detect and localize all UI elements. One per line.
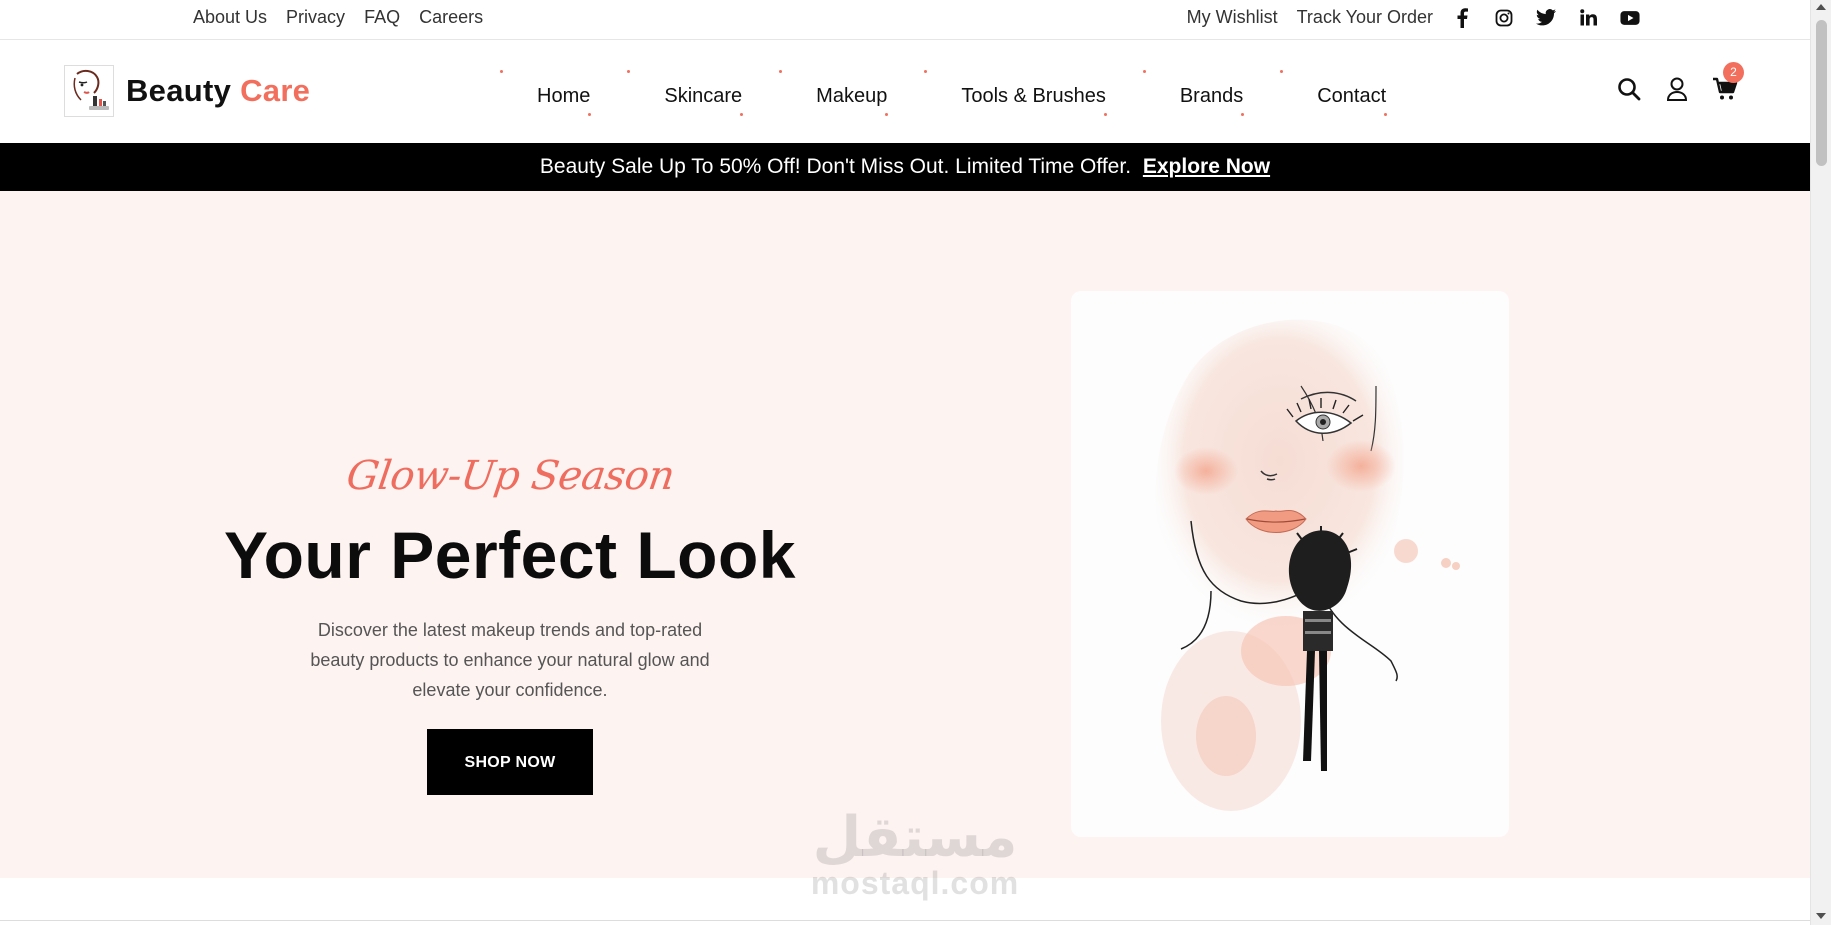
brand-name-part2: Care [240, 73, 311, 108]
faq-link[interactable]: FAQ [364, 7, 400, 28]
promo-text: Beauty Sale Up To 50% Off! Don't Miss Ou… [539, 155, 1132, 178]
watermark-arabic: مستقل [812, 805, 1018, 870]
nav-decor-dot [1142, 70, 1146, 73]
nav-makeup[interactable]: Makeup [779, 70, 924, 116]
twitter-icon[interactable] [1536, 8, 1556, 28]
top-right-links: My Wishlist Track Your Order [1187, 7, 1640, 28]
track-order-link[interactable]: Track Your Order [1297, 7, 1433, 28]
nav-decor-dot [779, 70, 783, 73]
main-nav: Home Skincare Makeup Tools & Brushes Bra… [500, 70, 1423, 116]
nav-contact[interactable]: Contact [1280, 70, 1423, 116]
nav-tools-brushes[interactable]: Tools & Brushes [924, 70, 1143, 116]
social-links [1452, 7, 1640, 28]
nav-decor-dot [1241, 113, 1245, 116]
main-header: Beauty Care Home Skincare Makeup Tools &… [0, 40, 1810, 143]
facebook-icon[interactable] [1452, 7, 1472, 28]
hero-title: Your Perfect Look [223, 518, 797, 592]
brand-name: Beauty Care [126, 73, 310, 109]
nav-decor-dot [627, 70, 631, 73]
mostaql-watermark: مستقل mostaql.com [800, 805, 1030, 901]
logo-face-icon [64, 65, 114, 117]
scroll-thumb[interactable] [1816, 20, 1827, 166]
search-icon[interactable] [1616, 76, 1642, 102]
cart-icon[interactable]: 2 [1712, 62, 1744, 102]
nav-brands-label: Brands [1179, 85, 1244, 107]
header-actions: 2 [1616, 62, 1744, 102]
nav-decor-dot [588, 113, 592, 116]
brand-logo[interactable]: Beauty Care [64, 65, 310, 117]
nav-skincare[interactable]: Skincare [627, 70, 779, 116]
nav-tools-brushes-label: Tools & Brushes [961, 85, 1106, 107]
nav-brands[interactable]: Brands [1142, 70, 1280, 116]
wishlist-link[interactable]: My Wishlist [1187, 7, 1278, 28]
nav-decor-dot [740, 113, 744, 116]
watermark-latin: mostaql.com [810, 865, 1020, 901]
user-icon[interactable] [1664, 76, 1690, 102]
nav-decor-dot [500, 70, 503, 73]
hero-description: Discover the latest makeup trends and to… [310, 620, 710, 700]
nav-decor-dot [1280, 70, 1284, 73]
hero-script-title: Glow-Up Season [343, 453, 677, 499]
brand-name-part1: Beauty [126, 73, 232, 108]
youtube-icon[interactable] [1620, 8, 1640, 28]
nav-decor-dot [924, 70, 928, 73]
top-left-links: About Us Privacy FAQ Careers [193, 7, 483, 28]
scroll-down-arrow-icon[interactable] [1816, 913, 1826, 919]
nav-skincare-label: Skincare [664, 85, 743, 107]
about-us-link[interactable]: About Us [193, 7, 267, 28]
cart-count-badge: 2 [1723, 62, 1744, 83]
nav-home[interactable]: Home [500, 70, 627, 116]
instagram-icon[interactable] [1494, 8, 1514, 28]
privacy-link[interactable]: Privacy [286, 7, 345, 28]
scroll-up-arrow-icon[interactable] [1816, 4, 1826, 10]
page-scrollbar[interactable] [1810, 0, 1831, 925]
nav-decor-dot [885, 113, 889, 116]
hero-illustration [1071, 291, 1509, 837]
nav-home-label: Home [537, 85, 591, 107]
hero-content: Glow-Up Season Your Perfect Look Discove… [200, 453, 820, 795]
section-divider [0, 920, 1810, 921]
careers-link[interactable]: Careers [419, 7, 483, 28]
linkedin-icon[interactable] [1578, 8, 1598, 28]
nav-contact-label: Contact [1317, 85, 1387, 107]
promo-banner: Beauty Sale Up To 50% Off! Don't Miss Ou… [0, 143, 1810, 191]
nav-decor-dot [1384, 113, 1388, 116]
nav-makeup-label: Makeup [816, 85, 888, 107]
hero-section: Glow-Up Season Your Perfect Look Discove… [0, 191, 1810, 878]
top-utility-bar: About Us Privacy FAQ Careers My Wishlist… [0, 0, 1810, 40]
explore-now-link[interactable]: Explore Now [1143, 155, 1270, 178]
shop-now-button[interactable]: SHOP NOW [427, 729, 593, 795]
face-illustration-image [1155, 319, 1460, 811]
nav-decor-dot [1103, 113, 1107, 116]
